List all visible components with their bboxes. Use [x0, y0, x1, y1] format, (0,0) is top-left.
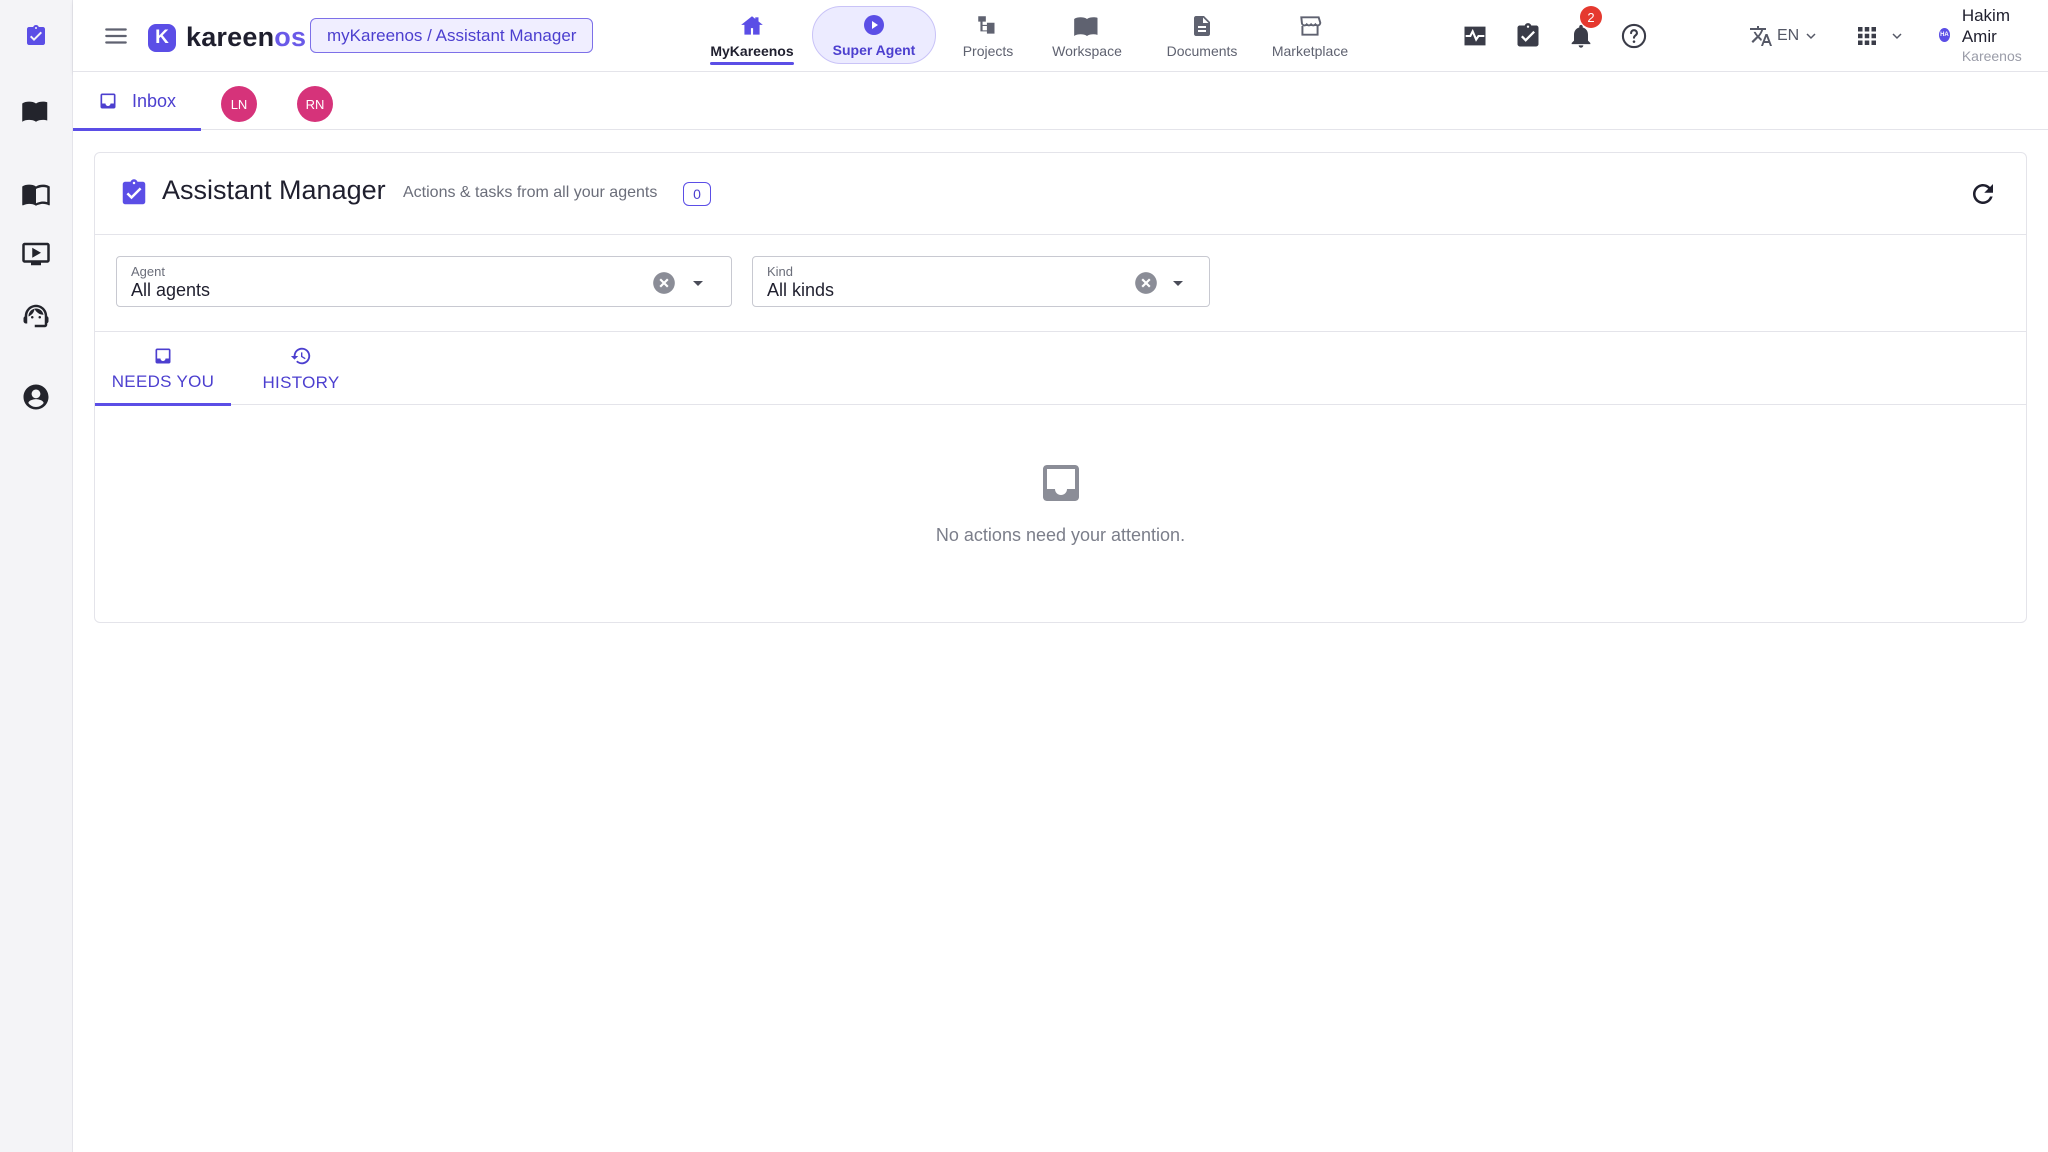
document-icon [1194, 16, 1210, 36]
rail-account[interactable] [20, 381, 52, 413]
user-avatar: HA [1939, 28, 1950, 42]
tab-history-label: HISTORY [262, 372, 340, 392]
page-subtitle: Actions & tasks from all your agents [403, 184, 658, 201]
tab-needs-you-label: NEEDS YOU [111, 371, 215, 391]
rail-library[interactable] [20, 178, 52, 210]
apps-launcher[interactable] [1855, 22, 1905, 50]
logo-text: kareenos [186, 22, 307, 52]
nav-documents[interactable]: Documents [1155, 8, 1249, 64]
language-code: EN [1777, 27, 1800, 44]
apps-grid-icon [1858, 27, 1876, 45]
hierarchy-icon [978, 16, 995, 34]
active-indicator [710, 62, 794, 65]
tab-history[interactable]: HISTORY [245, 332, 357, 405]
sub-tabs: Inbox LN RN [73, 72, 2048, 131]
book-open-icon [22, 101, 48, 122]
chevron-down-icon [1806, 33, 1816, 40]
home-icon [741, 16, 763, 35]
inbox-icon [100, 93, 116, 109]
caret-down-icon[interactable] [1166, 271, 1190, 295]
page-title: Assistant Manager [162, 175, 386, 205]
history-icon [290, 347, 311, 364]
empty-state-message: No actions need your attention. [935, 525, 1186, 545]
rail-support[interactable] [20, 300, 52, 332]
left-rail [0, 0, 73, 1152]
activity-monitor-icon [1464, 26, 1486, 46]
support-agent-icon [23, 304, 49, 328]
clear-icon[interactable] [651, 270, 677, 296]
agent-avatar-ln[interactable]: LN [221, 86, 257, 122]
help-circle-icon [1621, 23, 1647, 49]
tab-needs-you[interactable]: NEEDS YOU [95, 332, 231, 406]
play-circle-icon [864, 15, 884, 35]
nav-projects[interactable]: Projects [953, 8, 1023, 64]
menu-button[interactable] [103, 23, 129, 49]
tab-inbox-label: Inbox [131, 90, 177, 111]
agent-avatar-rn[interactable]: RN [297, 86, 333, 122]
count-badge: 0 [683, 182, 711, 206]
nav-workspace[interactable]: Workspace [1039, 8, 1135, 64]
nav-marketplace[interactable]: Marketplace [1253, 8, 1367, 64]
rail-videos[interactable] [20, 238, 52, 270]
video-play-icon [22, 242, 50, 266]
agent-filter-label: Agent [131, 264, 165, 279]
logo-mark-icon: K [148, 23, 176, 52]
tab-inbox[interactable]: Inbox [73, 72, 201, 131]
caret-down-icon[interactable] [686, 271, 710, 295]
logo[interactable]: K kareenos [148, 22, 306, 53]
activity-button[interactable] [1461, 22, 1489, 50]
kind-filter-label: Kind [767, 264, 794, 279]
refresh-button[interactable] [1968, 179, 1998, 209]
help-button[interactable] [1620, 22, 1648, 50]
rail-assistant-manager[interactable] [20, 20, 52, 52]
clipboard-check-icon [27, 25, 45, 45]
clear-icon[interactable] [1133, 270, 1159, 296]
clipboard-check-icon [122, 179, 146, 205]
book-icon [22, 184, 50, 206]
empty-state: No actions need your attention. [95, 405, 2026, 623]
active-indicator [73, 128, 201, 131]
kind-filter-value: All kinds [767, 280, 835, 300]
agent-filter-value: All agents [131, 280, 211, 300]
language-selector[interactable]: EN [1749, 22, 1819, 50]
inbox-empty-icon [1042, 465, 1079, 501]
clipboard-check-icon [1517, 23, 1539, 47]
top-bar: K kareenos myKareenos / Assistant Manage… [73, 0, 2048, 72]
card-header: Assistant Manager Actions & tasks from a… [95, 153, 2026, 235]
status-tabs: NEEDS YOU HISTORY [95, 332, 2026, 406]
book-open-icon [1074, 17, 1098, 37]
store-icon [1300, 16, 1322, 36]
chevron-down-icon [1892, 33, 1902, 40]
inbox-icon [155, 348, 171, 363]
translate-icon [1750, 26, 1772, 46]
account-circle-icon [23, 384, 49, 410]
notification-count-badge: 2 [1580, 6, 1602, 28]
refresh-icon [1973, 184, 1993, 204]
filters-bar: Agent All agents Kind All kinds [95, 235, 2026, 332]
user-name: Hakim Amir [1961, 6, 2010, 47]
hamburger-icon [105, 28, 127, 44]
tasks-button[interactable] [1514, 22, 1542, 50]
kind-filter-select[interactable]: Kind All kinds [752, 256, 1210, 307]
rail-workspace[interactable] [20, 95, 52, 127]
user-menu[interactable]: HA Hakim Amir Kareenos [1939, 6, 2048, 64]
agent-filter-select[interactable]: Agent All agents [116, 256, 732, 307]
assistant-manager-card: Assistant Manager Actions & tasks from a… [94, 152, 2027, 623]
user-org: Kareenos [1961, 47, 2022, 64]
notifications-button[interactable]: 2 [1567, 6, 1602, 50]
breadcrumb[interactable]: myKareenos / Assistant Manager [310, 18, 594, 53]
nav-mykareenos[interactable]: MyKareenos [710, 8, 794, 65]
nav-super-agent[interactable]: Super Agent [812, 6, 936, 64]
